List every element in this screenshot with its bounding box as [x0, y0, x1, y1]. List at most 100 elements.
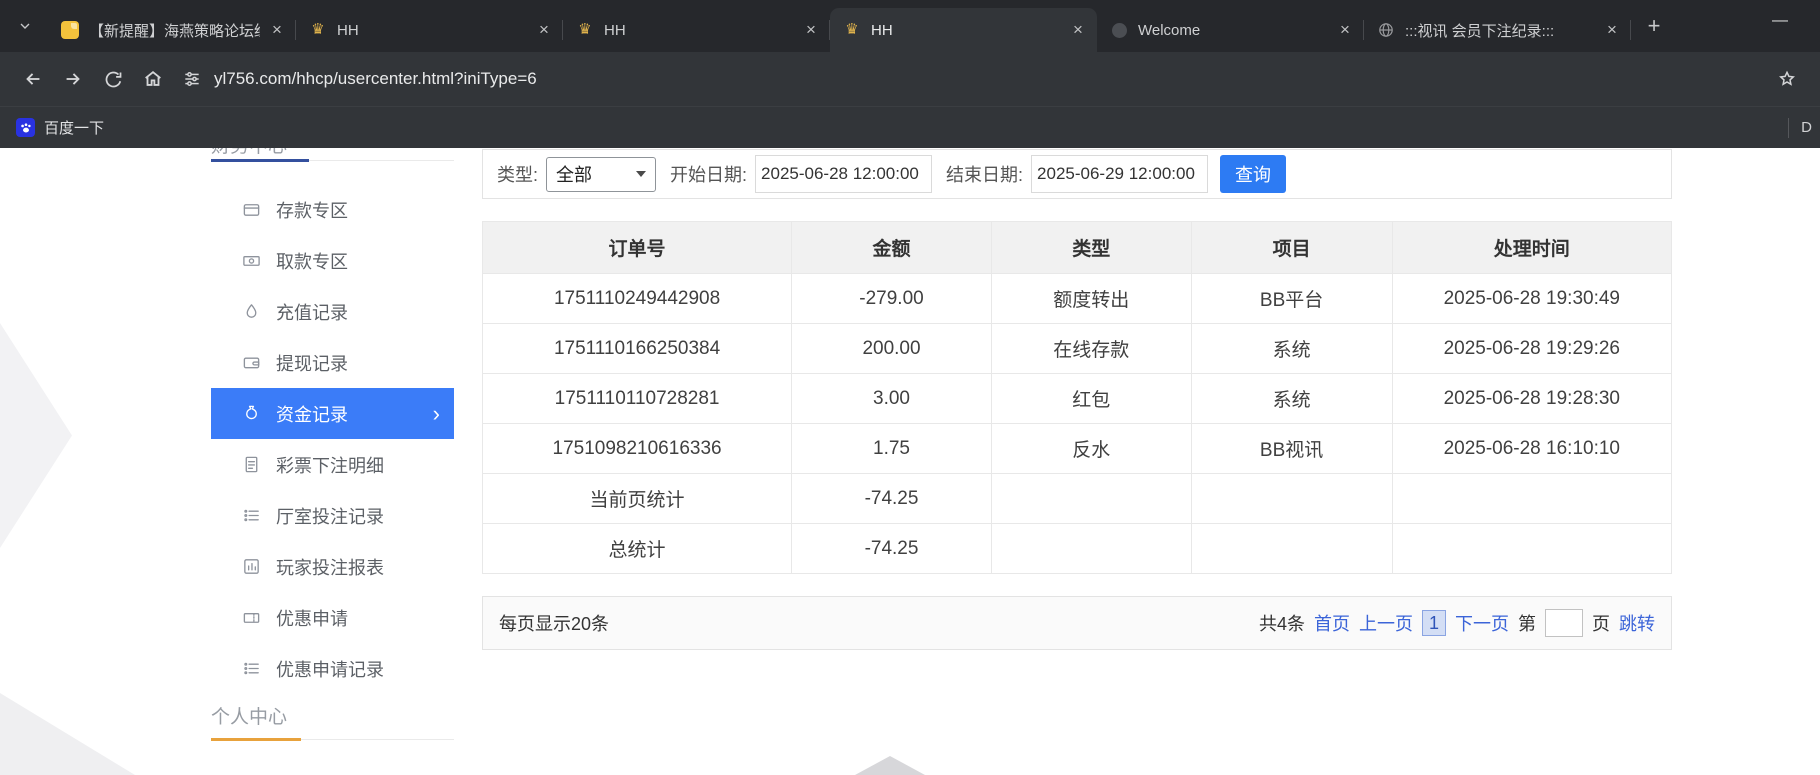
page-jump-input[interactable]	[1545, 609, 1583, 637]
ticket-icon	[241, 608, 261, 628]
tab-forum[interactable]: 【新提醒】海燕策略论坛经 ×	[48, 8, 296, 52]
cell-project: 系统	[1191, 374, 1392, 424]
sidebar-item-promo-apply[interactable]: 优惠申请	[211, 592, 454, 643]
bookmark-partial[interactable]: D	[1801, 119, 1812, 136]
filter-bar: 类型: 全部 开始日期: 结束日期: 查询	[482, 149, 1672, 199]
chevron-right-icon: ›	[433, 403, 440, 425]
hh-favicon-icon: ♛	[843, 21, 861, 39]
cell-time: 2025-06-28 16:10:10	[1392, 424, 1671, 474]
bookmarks-divider	[1788, 118, 1789, 138]
cell-amount: 200.00	[792, 324, 992, 374]
table-header-row: 订单号 金额 类型 项目 处理时间	[483, 222, 1672, 274]
sidebar-item-fund-records[interactable]: 资金记录 ›	[211, 388, 454, 439]
tab-close-icon[interactable]: ×	[1334, 19, 1356, 41]
col-header-amount: 金额	[792, 222, 992, 274]
sidebar-item-label: 彩票下注明细	[276, 452, 384, 478]
sidebar-section-finance: 财务中心	[211, 148, 454, 161]
sidebar-section-personal: 个人中心	[211, 706, 454, 740]
sidebar-item-recharge-records[interactable]: 充值记录	[211, 286, 454, 337]
type-select[interactable]: 全部	[546, 157, 656, 192]
bookmark-star-button[interactable]	[1768, 60, 1806, 98]
sidebar-item-deposit[interactable]: 存款专区	[211, 184, 454, 235]
tab-hh-active[interactable]: ♛ HH ×	[830, 8, 1097, 52]
tab-search-button[interactable]	[10, 11, 40, 41]
tab-close-icon[interactable]: ×	[533, 19, 555, 41]
start-date-label: 开始日期:	[670, 161, 747, 187]
bookmark-label: 百度一下	[44, 117, 104, 138]
cell-amount: 3.00	[792, 374, 992, 424]
tab-hh-2[interactable]: ♛ HH ×	[563, 8, 830, 52]
bookmark-baidu[interactable]: 百度一下	[16, 117, 104, 138]
col-header-time: 处理时间	[1392, 222, 1671, 274]
tab-welcome[interactable]: Welcome ×	[1097, 8, 1364, 52]
cell-time: 2025-06-28 19:29:26	[1392, 324, 1671, 374]
sidebar-item-promo-apply-records[interactable]: 优惠申请记录	[211, 643, 454, 694]
cell-time: 2025-06-28 19:28:30	[1392, 374, 1671, 424]
tab-title: 【新提醒】海燕策略论坛经	[89, 20, 260, 41]
globe-favicon-icon	[1377, 21, 1395, 39]
new-tab-button[interactable]: +	[1639, 11, 1669, 41]
sidebar-item-lottery-bets[interactable]: 彩票下注明细	[211, 439, 454, 490]
reload-button[interactable]	[94, 60, 132, 98]
current-page-badge[interactable]: 1	[1422, 610, 1446, 636]
sidebar-menu: 存款专区 取款专区 充值记录 提现记录 资金记录 ›	[211, 184, 454, 694]
decorative-triangle	[0, 323, 72, 548]
table-row: 1751110249442908 -279.00 额度转出 BB平台 2025-…	[483, 274, 1672, 324]
cell-type: 红包	[991, 374, 1191, 424]
deposit-card-icon	[241, 200, 261, 220]
page-content: 财务中心 存款专区 取款专区 充值记录 提现记录	[0, 148, 1820, 775]
per-page-label: 每页显示20条	[499, 610, 609, 636]
cell-type: 反水	[991, 424, 1191, 474]
section-underline	[211, 159, 309, 162]
droplet-icon	[241, 302, 261, 322]
tab-close-icon[interactable]: ×	[266, 19, 288, 41]
address-bar[interactable]: yl756.com/hhcp/usercenter.html?iniType=6	[182, 60, 1806, 98]
sidebar-item-withdrawal-records[interactable]: 提现记录	[211, 337, 454, 388]
main-panel: 类型: 全部 开始日期: 结束日期: 查询 订单号 金额 类	[482, 148, 1672, 650]
next-page-link[interactable]: 下一页	[1455, 610, 1509, 636]
tab-strip: 【新提醒】海燕策略论坛经 × ♛ HH × ♛ HH × ♛ HH × Welc…	[0, 0, 1820, 52]
tab-close-icon[interactable]: ×	[1601, 19, 1623, 41]
tab-close-icon[interactable]: ×	[800, 19, 822, 41]
banknote-icon	[241, 251, 261, 271]
page-prefix-label: 第	[1518, 610, 1536, 636]
table-row-page-total: 当前页统计 -74.25	[483, 474, 1672, 524]
sidebar-item-player-bet-report[interactable]: 玩家投注报表	[211, 541, 454, 592]
sidebar-item-label: 资金记录	[276, 401, 348, 427]
jump-link[interactable]: 跳转	[1619, 610, 1655, 636]
sidebar-item-label: 厅室投注记录	[276, 503, 384, 529]
section-title: 财务中心	[211, 148, 454, 159]
sidebar: 财务中心 存款专区 取款专区 充值记录 提现记录	[211, 148, 454, 775]
tab-close-icon[interactable]: ×	[1067, 19, 1089, 41]
type-select-value: 全部	[556, 161, 592, 187]
chevron-down-icon	[17, 18, 33, 34]
tab-title: HH	[871, 22, 1061, 39]
table-row: 1751110166250384 200.00 在线存款 系统 2025-06-…	[483, 324, 1672, 374]
prev-page-link[interactable]: 上一页	[1359, 610, 1413, 636]
site-info-icon[interactable]	[182, 69, 202, 89]
end-date-input[interactable]	[1031, 155, 1208, 193]
list-icon	[241, 506, 261, 526]
tab-video-records[interactable]: :::视讯 会员下注纪录::: ×	[1364, 8, 1631, 52]
sidebar-item-label: 优惠申请	[276, 605, 348, 631]
tab-title: HH	[604, 22, 794, 39]
query-button[interactable]: 查询	[1220, 155, 1286, 193]
forward-button[interactable]	[54, 60, 92, 98]
cell-project: BB平台	[1191, 274, 1392, 324]
cell-order-no: 1751110166250384	[483, 324, 792, 374]
sidebar-item-withdraw[interactable]: 取款专区	[211, 235, 454, 286]
window-minimize-button[interactable]: —	[1772, 12, 1788, 30]
cell-project: 系统	[1191, 324, 1392, 374]
tab-hh-1[interactable]: ♛ HH ×	[296, 8, 563, 52]
start-date-input[interactable]	[755, 155, 932, 193]
cell-amount: -279.00	[792, 274, 992, 324]
url-text[interactable]: yl756.com/hhcp/usercenter.html?iniType=6	[214, 69, 537, 89]
first-page-link[interactable]: 首页	[1314, 610, 1350, 636]
page-suffix-label: 页	[1592, 610, 1610, 636]
back-button[interactable]	[14, 60, 52, 98]
sidebar-item-messages[interactable]: 消息中心	[211, 770, 454, 775]
chart-icon	[241, 557, 261, 577]
home-button[interactable]	[134, 60, 172, 98]
cell-project: BB视讯	[1191, 424, 1392, 474]
sidebar-item-room-bet-records[interactable]: 厅室投注记录	[211, 490, 454, 541]
